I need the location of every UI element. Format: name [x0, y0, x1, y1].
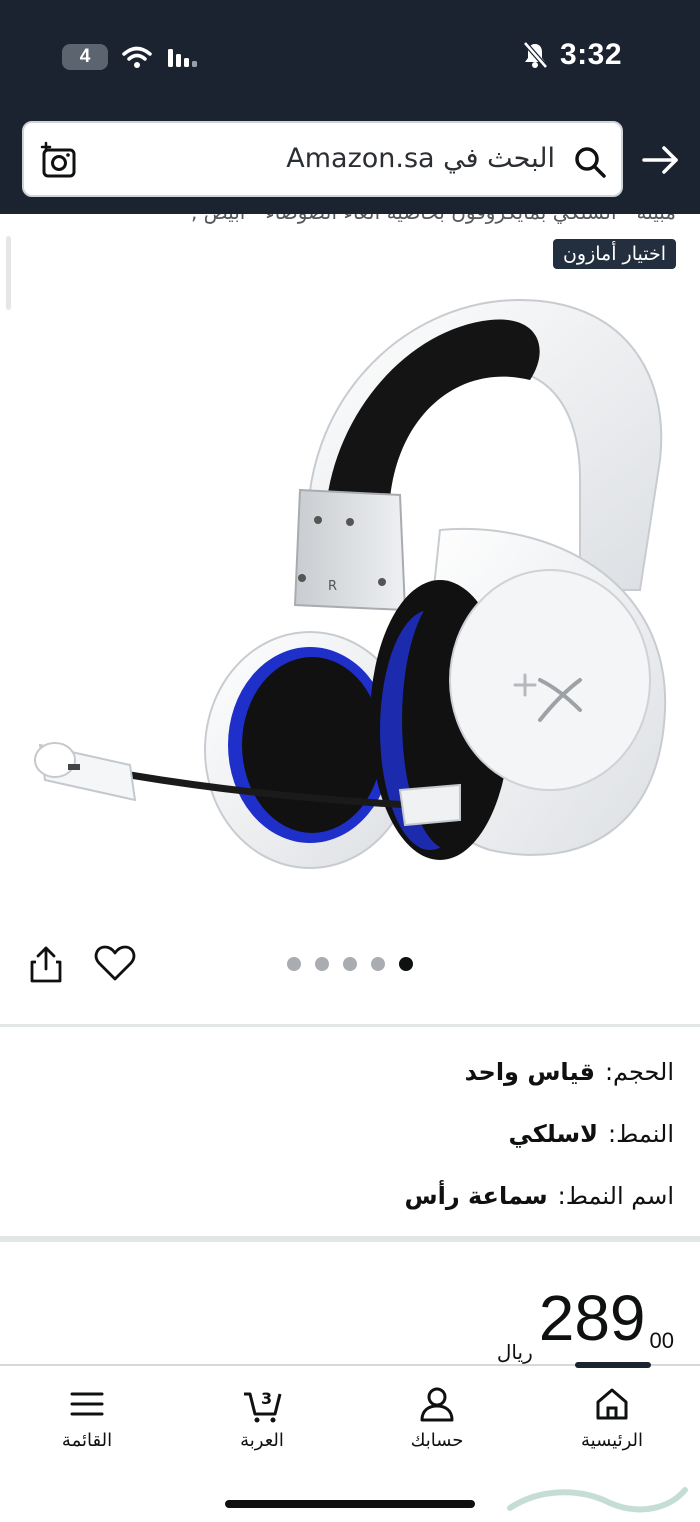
nav-menu[interactable]: القائمة	[32, 1384, 142, 1451]
status-bar-left: 4	[62, 44, 200, 70]
price-fraction: 00	[649, 1328, 674, 1353]
image-carousel-dots[interactable]	[287, 957, 413, 971]
scroll-indicator	[6, 236, 11, 310]
nav-home[interactable]: الرئيسية	[557, 1384, 667, 1451]
variation-value: سماعة رأس	[404, 1182, 548, 1210]
carousel-dot[interactable]	[371, 957, 385, 971]
cart-count: 3	[261, 1389, 272, 1408]
signal-icon	[168, 49, 197, 67]
back-arrow-icon[interactable]	[640, 140, 680, 180]
nav-account[interactable]: حسابك	[382, 1384, 492, 1451]
variation-label: النمط:	[608, 1120, 674, 1148]
variation-value: لاسلكي	[508, 1120, 599, 1148]
battery-indicator: 4	[62, 44, 108, 70]
price-whole: 289	[538, 1282, 646, 1354]
wifi-icon	[122, 46, 152, 68]
bottom-navigation: الرئيسية حسابك 3 العربة القائمة	[0, 1362, 700, 1522]
section-divider	[0, 1024, 700, 1027]
account-icon	[420, 1387, 454, 1422]
home-gesture-bar[interactable]	[225, 1500, 475, 1508]
camera-search-icon[interactable]	[40, 141, 80, 181]
amazon-choice-badge: اختيار أمازون	[552, 239, 676, 269]
active-tab-indicator	[575, 1362, 651, 1368]
top-header: 4 3:32 البحث في Amazon.sa	[0, 0, 700, 214]
menu-icon	[70, 1392, 104, 1416]
carousel-dot[interactable]	[287, 957, 301, 971]
variation-style-name[interactable]: اسم النمط: سماعة رأس	[404, 1182, 674, 1210]
nav-label: العربة	[240, 1430, 284, 1451]
price-currency: ريال	[496, 1340, 533, 1364]
variation-label: الحجم:	[604, 1058, 674, 1086]
search-input[interactable]: البحث في Amazon.sa	[286, 143, 555, 174]
product-image[interactable]: R	[20, 290, 680, 910]
product-title-strip: مبينة - السلكي بمايكروفون بخاصية الغاء ا…	[0, 214, 700, 232]
silent-bell-icon	[523, 41, 548, 69]
status-bar-right: 3:32	[522, 38, 622, 72]
nav-label: الرئيسية	[581, 1430, 643, 1451]
carousel-dot-active[interactable]	[399, 957, 413, 971]
nav-label: حسابك	[410, 1430, 464, 1451]
cart-icon: 3	[244, 1389, 282, 1423]
wishlist-heart-icon[interactable]	[94, 944, 136, 982]
status-time: 3:32	[559, 38, 622, 71]
share-icon[interactable]	[28, 944, 64, 984]
variation-value: قياس واحد	[464, 1058, 595, 1086]
home-icon	[596, 1388, 628, 1420]
variation-label: اسم النمط:	[557, 1182, 674, 1210]
svg-text:R: R	[328, 579, 337, 594]
search-bar[interactable]: البحث في Amazon.sa	[22, 121, 623, 197]
variation-size[interactable]: الحجم: قياس واحد	[465, 1058, 674, 1086]
nav-cart[interactable]: 3 العربة	[207, 1384, 317, 1451]
watermark-logo	[507, 1487, 688, 1513]
nav-label: القائمة	[61, 1430, 113, 1451]
section-divider	[0, 1236, 700, 1242]
carousel-dot[interactable]	[343, 957, 357, 971]
product-title: مبينة - السلكي بمايكروفون بخاصية الغاء ا…	[191, 214, 676, 224]
search-icon[interactable]	[573, 145, 607, 179]
price-block: ريال 289 00	[497, 1282, 674, 1364]
variation-style[interactable]: النمط: لاسلكي	[509, 1120, 674, 1148]
carousel-dot[interactable]	[315, 957, 329, 971]
